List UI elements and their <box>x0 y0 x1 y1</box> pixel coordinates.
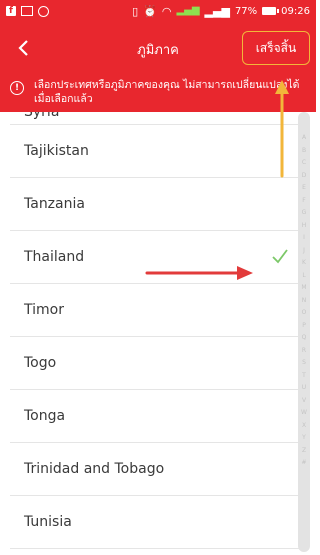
vibrate-icon: ▯ <box>132 4 139 18</box>
country-list: Syria Tajikistan Tanzania Thailand Timor… <box>0 90 316 549</box>
status-time: 09:26 <box>281 5 310 17</box>
index-letter[interactable]: N <box>302 295 307 308</box>
index-letter[interactable]: Q <box>302 332 307 345</box>
index-letter[interactable]: A <box>302 132 306 145</box>
country-row-tanzania[interactable]: Tanzania <box>10 178 306 231</box>
wifi-icon: ◠ <box>161 4 172 18</box>
index-letter[interactable]: F <box>302 195 305 208</box>
country-row-trinidad-and-tobago[interactable]: Trinidad and Tobago <box>10 443 306 496</box>
country-label: Tajikistan <box>24 143 89 159</box>
app-bar: ภูมิภาค เสร็จสิ้น <box>0 22 316 74</box>
status-bar: f ▯ ⏰ ◠ ▂▄▆ ▂▄▆ 77% 09:26 <box>0 0 316 22</box>
index-letter[interactable]: K <box>302 257 306 270</box>
index-letter[interactable]: W <box>301 407 307 420</box>
index-letter[interactable]: X <box>302 420 306 433</box>
alarm-icon: ⏰ <box>143 4 157 18</box>
index-letter[interactable]: B <box>302 145 306 158</box>
signal-icon: ▂▄▆ <box>176 5 200 16</box>
index-letter[interactable]: H <box>302 220 307 233</box>
index-letter[interactable]: # <box>301 457 306 470</box>
index-letter[interactable]: I <box>303 232 305 245</box>
annotation-arrow-right <box>145 266 253 280</box>
index-letter[interactable]: Z <box>302 445 306 458</box>
index-letter[interactable]: V <box>302 395 306 408</box>
annotation-arrow-up <box>275 80 289 178</box>
checkmark-icon <box>272 249 288 264</box>
index-letter[interactable]: J <box>303 245 305 258</box>
selection-warning-text: เลือกประเทศหรือภูมิภาคของคุณ ไม่สามารถเป… <box>34 79 300 105</box>
country-row-timor[interactable]: Timor <box>10 284 306 337</box>
country-label: Tanzania <box>24 196 85 212</box>
index-letter[interactable]: M <box>301 282 306 295</box>
message-notification-icon <box>21 6 33 16</box>
index-letter[interactable]: O <box>302 307 307 320</box>
index-letter[interactable]: E <box>302 182 306 195</box>
signal-icon-2: ▂▄▆ <box>204 4 230 18</box>
index-letter[interactable]: Y <box>302 432 306 445</box>
index-letter[interactable]: P <box>302 320 306 333</box>
index-letter[interactable]: S <box>302 357 306 370</box>
status-right-icons: ▯ ⏰ ◠ ▂▄▆ ▂▄▆ 77% 09:26 <box>132 6 310 17</box>
country-label: Tonga <box>24 408 66 424</box>
index-letter[interactable]: T <box>302 370 306 383</box>
country-row-tonga[interactable]: Tonga <box>10 390 306 443</box>
battery-icon <box>262 7 280 15</box>
country-label: Togo <box>24 355 57 371</box>
done-button-label: เสร็จสิ้น <box>255 40 297 55</box>
country-label: Trinidad and Tobago <box>24 461 165 477</box>
info-icon: ! <box>10 81 24 95</box>
index-letter[interactable]: C <box>302 157 306 170</box>
country-label: Timor <box>24 302 64 318</box>
facebook-notification-icon: f <box>6 6 16 16</box>
index-letter[interactable]: L <box>302 270 305 283</box>
country-row-togo[interactable]: Togo <box>10 337 306 390</box>
country-row-tunisia[interactable]: Tunisia <box>10 496 306 549</box>
country-row-tajikistan[interactable]: Tajikistan <box>10 125 306 178</box>
index-letter[interactable]: G <box>302 207 307 220</box>
done-button[interactable]: เสร็จสิ้น <box>242 31 310 65</box>
index-letter[interactable]: U <box>302 382 306 395</box>
country-label: Tunisia <box>24 514 72 530</box>
index-letter[interactable]: R <box>302 345 306 358</box>
app-notification-icon <box>38 5 49 17</box>
battery-percent: 77% <box>234 5 258 17</box>
index-letter[interactable]: D <box>302 170 307 183</box>
alphabet-index-scrollbar[interactable]: A B C D E F G H I J K L M N O P Q R S T … <box>298 112 310 552</box>
status-left-icons: f <box>6 5 49 17</box>
selection-warning-banner: ! เลือกประเทศหรือภูมิภาคของคุณ ไม่สามารถ… <box>0 74 316 112</box>
country-label: Thailand <box>24 249 85 265</box>
